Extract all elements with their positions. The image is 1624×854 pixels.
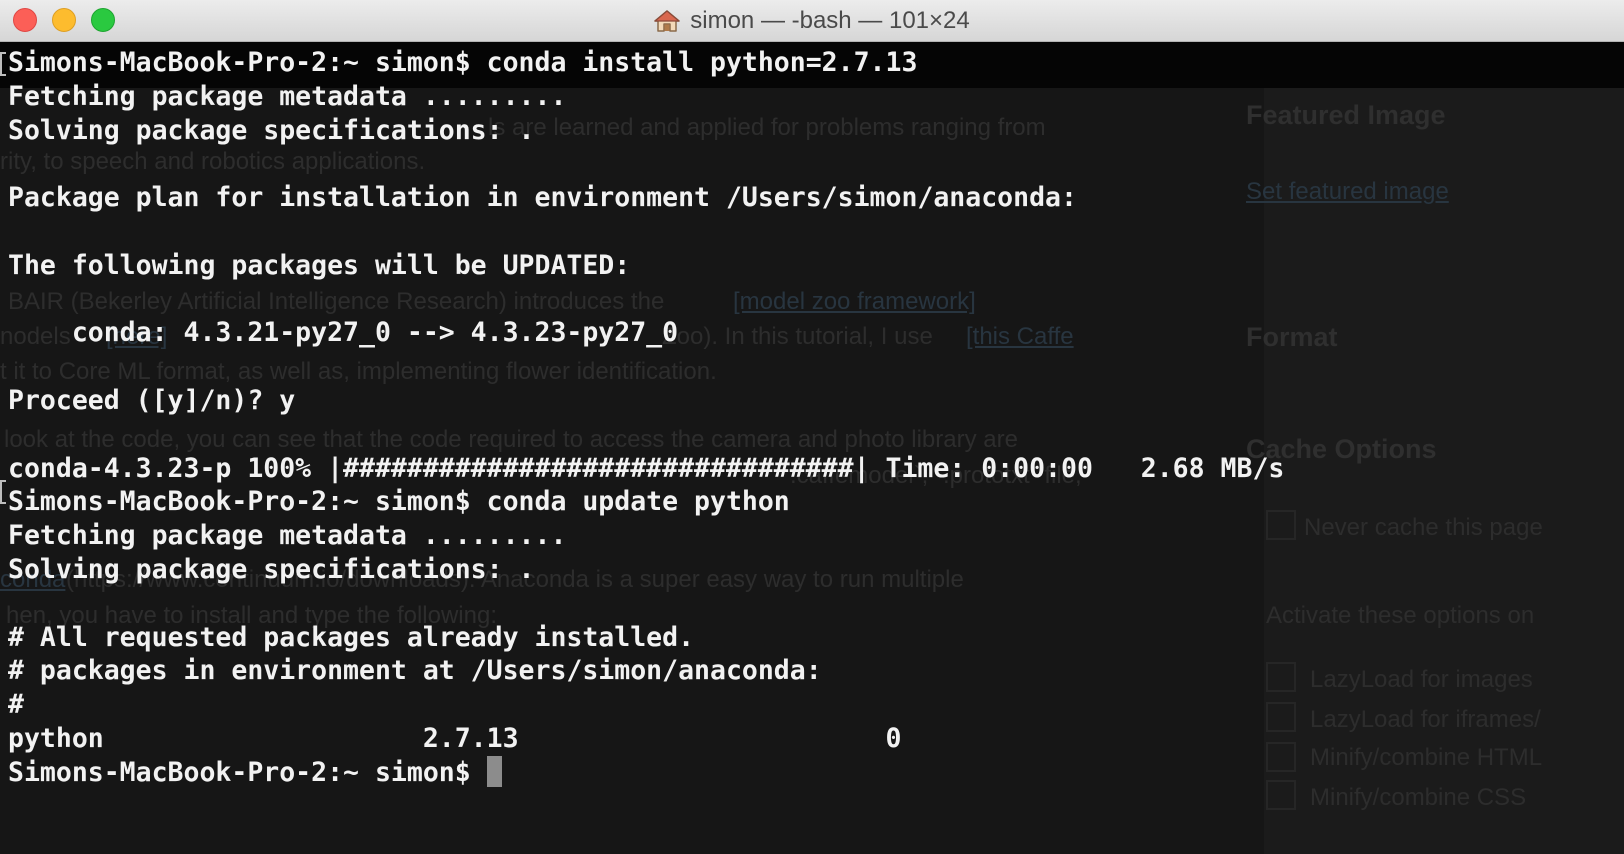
- terminal-line: Solving package specifications: .: [8, 114, 535, 146]
- terminal-prompt-line[interactable]: Simons-MacBook-Pro-2:~ simon$: [8, 755, 1284, 790]
- prompt-mark-icon: [0, 480, 6, 504]
- terminal-line: # packages in environment at /Users/simo…: [8, 655, 822, 687]
- bg-minify-css-label: Minify/combine CSS: [1310, 784, 1527, 811]
- terminal-line: python 2.7.13 0: [8, 722, 902, 754]
- terminal-line: conda: 4.3.21-py27_0 --> 4.3.23-py27_0: [8, 317, 679, 349]
- terminal-line: Package plan for installation in environ…: [8, 182, 1077, 214]
- bg-minify-html-label: Minify/combine HTML: [1310, 744, 1543, 771]
- terminal-line: Fetching package metadata .........: [8, 80, 567, 112]
- terminal-line: Simons-MacBook-Pro-2:~ simon$ conda inst…: [8, 47, 918, 78]
- terminal-progress-line: conda-4.3.23-p 100% |###################…: [8, 452, 1285, 484]
- bg-never-cache-label: Never cache this page: [1304, 514, 1543, 541]
- terminal-window: simon — -bash — 101×24 ls are learned an…: [0, 0, 1624, 854]
- terminal-line: Fetching package metadata .........: [8, 520, 567, 552]
- text-cursor: [486, 755, 502, 787]
- terminal-line: # All requested packages already install…: [8, 621, 695, 653]
- window-title-group: simon — -bash — 101×24: [0, 0, 1624, 41]
- window-title: simon — -bash — 101×24: [690, 6, 970, 34]
- bg-lazyload-images-label: LazyLoad for images: [1310, 666, 1533, 693]
- terminal-line: Simons-MacBook-Pro-2:~ simon$ conda upda…: [8, 486, 790, 518]
- title-bar[interactable]: simon — -bash — 101×24: [0, 0, 1624, 42]
- terminal-line: #: [8, 689, 24, 721]
- bg-lazyload-iframes-label: LazyLoad for iframes/: [1310, 706, 1541, 733]
- shell-prompt: Simons-MacBook-Pro-2:~ simon$: [8, 756, 487, 788]
- terminal-line: Solving package specifications: .: [8, 553, 535, 585]
- home-icon: [654, 9, 680, 32]
- terminal-output[interactable]: Simons-MacBook-Pro-2:~ simon$ conda inst…: [8, 46, 1284, 790]
- prompt-mark-icon: [0, 52, 6, 76]
- terminal-line: The following packages will be UPDATED:: [8, 249, 631, 281]
- bg-activate-options-label: Activate these options on: [1266, 602, 1535, 629]
- terminal-line: Proceed ([y]/n)? y: [8, 384, 296, 416]
